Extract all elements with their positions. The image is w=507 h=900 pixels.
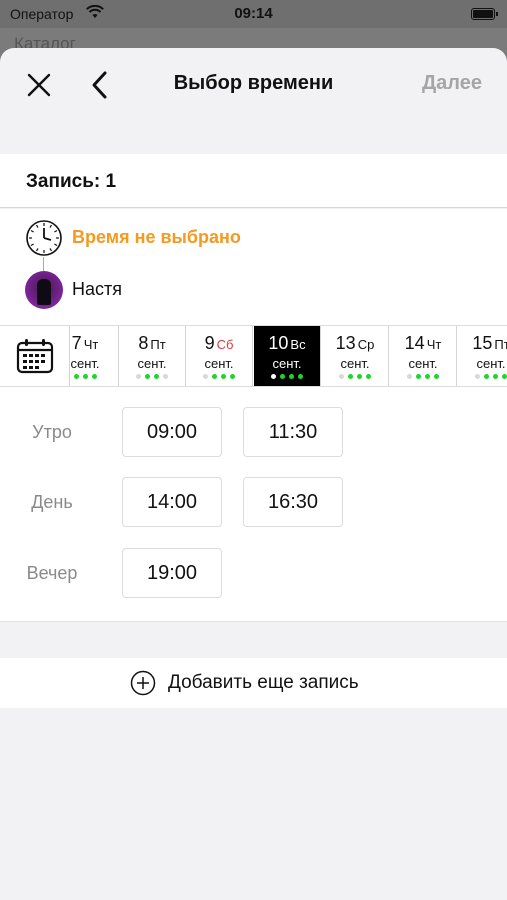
- date-number: 7: [71, 333, 82, 353]
- date-item-9[interactable]: 9 Сб сент.: [186, 326, 253, 386]
- date-number: 15: [472, 333, 493, 353]
- period-label: Утро: [32, 422, 72, 442]
- time-picker-sheet: Выбор времени Далее Запись: 1 Время не в…: [0, 48, 507, 900]
- availability-dot: [212, 374, 217, 379]
- availability-dot: [82, 374, 88, 379]
- availability-dot: [230, 374, 235, 379]
- availability-dot: [289, 374, 294, 379]
- battery-icon: [471, 8, 498, 20]
- time-slot-button[interactable]: 14:00: [122, 477, 222, 527]
- availability-dots: [119, 374, 185, 380]
- calendar-icon: [16, 339, 54, 374]
- date-weekday: Пт: [150, 337, 166, 352]
- date-month: сент.: [204, 356, 234, 371]
- date-item-14[interactable]: 14 Чт сент.: [390, 326, 457, 386]
- add-record-button[interactable]: Добавить еще запись: [0, 658, 507, 708]
- availability-dot: [91, 374, 97, 379]
- availability-dot: [493, 374, 498, 379]
- date-weekday: Чт: [83, 337, 99, 352]
- availability-dot: [366, 374, 371, 379]
- availability-dot: [475, 374, 480, 379]
- time-slots-panel: Утро 09:00 11:30 День 14:00 16:30 Вечер 19:00: [0, 387, 507, 622]
- clock-icon: [26, 220, 62, 256]
- master-name: Настя: [72, 279, 123, 299]
- availability-dot: [407, 374, 412, 379]
- availability-dot: [280, 374, 285, 379]
- date-month: сент.: [476, 356, 506, 371]
- record-header: Запись: 1: [0, 154, 507, 208]
- date-number: 9: [204, 333, 215, 353]
- availability-dot: [271, 374, 276, 379]
- calendar-button[interactable]: [0, 326, 70, 386]
- date-month: сент.: [340, 356, 370, 371]
- date-number: 13: [335, 333, 356, 353]
- next-button[interactable]: Далее: [422, 72, 482, 95]
- availability-dots: [186, 374, 252, 380]
- plus-circle-icon: [130, 670, 156, 696]
- availability-dot: [484, 374, 489, 379]
- date-number: 8: [138, 333, 149, 353]
- date-item-13[interactable]: 13 Ср сент.: [322, 326, 389, 386]
- availability-dots: [458, 374, 507, 380]
- date-weekday: Ср: [357, 337, 375, 352]
- time-slot-button[interactable]: 16:30: [243, 477, 343, 527]
- date-month: сент.: [408, 356, 438, 371]
- time-slot-button[interactable]: 19:00: [122, 548, 222, 598]
- date-number: 14: [404, 333, 425, 353]
- date-weekday: Чт: [426, 337, 442, 352]
- availability-dot: [163, 374, 168, 379]
- record-label: Запись: 1: [26, 171, 117, 192]
- status-bar: Оператор 09:14: [0, 0, 507, 28]
- date-weekday: Пт: [494, 337, 507, 352]
- date-item-15[interactable]: 15Пт сент.: [458, 326, 507, 386]
- availability-dot: [339, 374, 344, 379]
- info-connector-line: [43, 257, 44, 271]
- period-row: День 14:00 16:30: [0, 477, 507, 527]
- date-weekday: Вс: [290, 337, 306, 352]
- nav-bar: Выбор времени Далее: [0, 48, 507, 122]
- availability-dot: [136, 374, 141, 379]
- availability-dot: [425, 374, 430, 379]
- date-item-8[interactable]: 8 Пт сент.: [119, 326, 186, 386]
- period-label: День: [31, 492, 73, 512]
- availability-dot: [357, 374, 362, 379]
- availability-dot: [348, 374, 353, 379]
- date-month: сент.: [272, 356, 302, 371]
- availability-dot: [221, 374, 226, 379]
- availability-dot: [154, 374, 159, 379]
- status-time: 09:14: [234, 5, 273, 22]
- availability-dots: [390, 374, 456, 380]
- date-item-10[interactable]: 10 Вс сент.: [254, 326, 321, 386]
- availability-dot: [502, 374, 507, 379]
- add-record-label: Добавить еще запись: [168, 672, 359, 693]
- time-slot-button[interactable]: 11:30: [243, 407, 343, 457]
- availability-dots: [322, 374, 388, 380]
- availability-dot: [416, 374, 421, 379]
- availability-dot: [203, 374, 208, 379]
- date-number: 10: [268, 333, 289, 353]
- period-row: Утро 09:00 11:30: [0, 407, 507, 457]
- time-slot-button[interactable]: 09:00: [122, 407, 222, 457]
- master-avatar: [25, 271, 63, 309]
- availability-dot: [434, 374, 439, 379]
- time-status-text: Время не выбрано: [72, 227, 241, 247]
- period-label: Вечер: [26, 563, 78, 583]
- booking-info: Время не выбрано Настя: [0, 209, 507, 325]
- date-weekday: Сб: [216, 337, 234, 352]
- period-row: Вечер 19:00: [0, 548, 507, 598]
- date-strip[interactable]: 7 Чт сент. 8 Пт сент. 9 Сб сент. 10 Вс сент. 13 Ср сен…: [0, 325, 507, 387]
- availability-dot: [298, 374, 303, 379]
- availability-dots: [254, 374, 320, 380]
- date-month: сент.: [137, 356, 167, 371]
- availability-dot: [145, 374, 150, 379]
- availability-dot: [73, 374, 79, 379]
